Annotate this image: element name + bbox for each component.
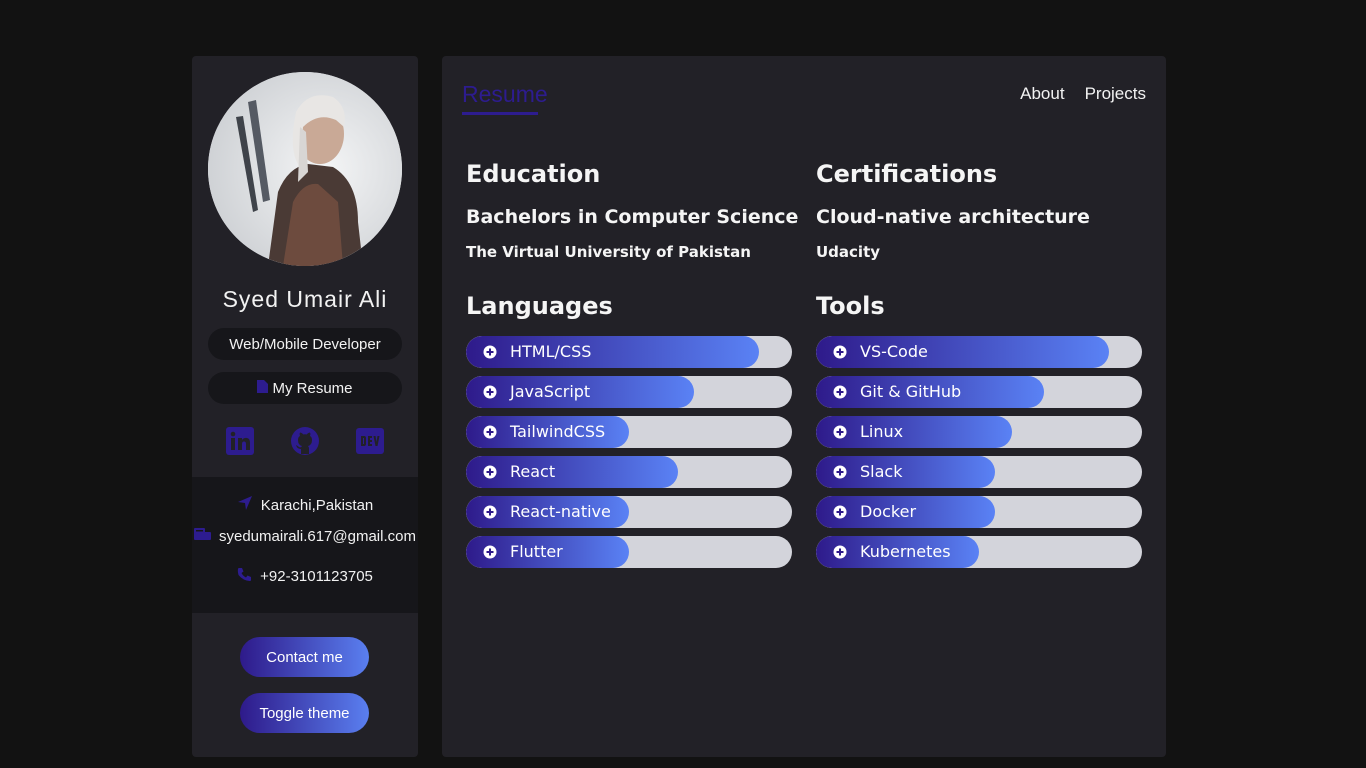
skill-label: Kubernetes bbox=[860, 542, 951, 561]
skill-bar: Linux bbox=[816, 416, 1142, 448]
profile-sidebar: Syed Umair Ali Web/Mobile Developer My R… bbox=[192, 56, 418, 757]
plus-circle-icon bbox=[483, 385, 497, 399]
skill-label: Linux bbox=[860, 422, 904, 441]
skill-fill bbox=[466, 456, 678, 488]
location-text: Karachi,Pakistan bbox=[260, 496, 374, 514]
skill-bar: Git & GitHub bbox=[816, 376, 1142, 408]
plus-circle-icon bbox=[833, 345, 847, 359]
toggle-theme-button[interactable]: Toggle theme bbox=[240, 693, 369, 733]
phone-text[interactable]: +92-3101123705 bbox=[260, 568, 373, 585]
skill-label: Flutter bbox=[510, 542, 563, 561]
skill-label: Docker bbox=[860, 502, 917, 521]
plus-circle-icon bbox=[483, 345, 497, 359]
contact-info: Karachi,Pakistan syedumairali.617@gmail.… bbox=[192, 477, 418, 613]
resume-label: My Resume bbox=[272, 379, 353, 397]
skill-label: VS-Code bbox=[860, 342, 928, 361]
phone-icon bbox=[237, 567, 252, 586]
resume-button[interactable]: My Resume bbox=[208, 372, 402, 404]
education-heading: Education bbox=[466, 160, 601, 188]
resume-panel: Resume About Projects Education Bachelor… bbox=[442, 56, 1166, 757]
github-icon[interactable] bbox=[289, 425, 321, 457]
skill-label: Slack bbox=[860, 462, 903, 481]
plus-circle-icon bbox=[483, 505, 497, 519]
languages-list: HTML/CSS JavaScript TailwindCSS React React-… bbox=[466, 336, 792, 576]
certifications-heading: Certifications bbox=[816, 160, 998, 188]
plus-circle-icon bbox=[483, 545, 497, 559]
skill-bar: React-native bbox=[466, 496, 792, 528]
plus-circle-icon bbox=[833, 545, 847, 559]
skill-label: TailwindCSS bbox=[510, 422, 606, 441]
phone-row: +92-3101123705 bbox=[192, 567, 418, 586]
role-badge: Web/Mobile Developer bbox=[208, 328, 402, 360]
linkedin-icon[interactable] bbox=[224, 425, 256, 457]
skill-bar: JavaScript bbox=[466, 376, 792, 408]
email-text[interactable]: syedumairali.617@gmail.com bbox=[219, 528, 416, 545]
plus-circle-icon bbox=[483, 425, 497, 439]
skill-label: JavaScript bbox=[510, 382, 591, 401]
profile-name: Syed Umair Ali bbox=[222, 286, 388, 312]
mail-icon bbox=[194, 527, 211, 545]
contact-me-button[interactable]: Contact me bbox=[240, 637, 369, 677]
education-degree: Bachelors in Computer Science bbox=[466, 206, 799, 228]
plus-circle-icon bbox=[833, 505, 847, 519]
skill-bar: Flutter bbox=[466, 536, 792, 568]
plus-circle-icon bbox=[833, 385, 847, 399]
tab-underline bbox=[462, 112, 538, 115]
location-row: Karachi,Pakistan bbox=[192, 495, 418, 515]
skill-bar: TailwindCSS bbox=[466, 416, 792, 448]
languages-heading: Languages bbox=[466, 292, 613, 320]
plus-circle-icon bbox=[483, 465, 497, 479]
location-arrow-icon bbox=[237, 495, 253, 515]
skill-bar: React bbox=[466, 456, 792, 488]
role-label: Web/Mobile Developer bbox=[229, 335, 381, 353]
certification-title: Cloud-native architecture bbox=[816, 206, 1090, 228]
skill-bar: Slack bbox=[816, 456, 1142, 488]
education-institution: The Virtual University of Pakistan bbox=[466, 243, 751, 261]
avatar bbox=[208, 72, 402, 266]
certification-issuer: Udacity bbox=[816, 243, 881, 261]
skill-label: HTML/CSS bbox=[510, 342, 592, 361]
plus-circle-icon bbox=[833, 425, 847, 439]
devto-icon[interactable] bbox=[354, 425, 386, 457]
skill-label: React bbox=[510, 462, 556, 481]
nav-projects[interactable]: Projects bbox=[1085, 84, 1146, 104]
skill-label: React-native bbox=[510, 502, 611, 521]
email-row: syedumairali.617@gmail.com bbox=[192, 527, 418, 545]
tools-heading: Tools bbox=[816, 292, 885, 320]
skill-bar: Kubernetes bbox=[816, 536, 1142, 568]
skill-bar: Docker bbox=[816, 496, 1142, 528]
nav-about[interactable]: About bbox=[1020, 84, 1064, 104]
document-icon bbox=[257, 379, 269, 397]
top-nav: About Projects bbox=[1020, 84, 1146, 104]
tools-list: VS-Code Git & GitHub Linux Slack Docker Kuber… bbox=[816, 336, 1142, 576]
skill-label: Git & GitHub bbox=[860, 382, 962, 401]
skill-bar: HTML/CSS bbox=[466, 336, 792, 368]
social-links bbox=[192, 425, 418, 457]
plus-circle-icon bbox=[833, 465, 847, 479]
skill-bar: VS-Code bbox=[816, 336, 1142, 368]
tab-resume[interactable]: Resume bbox=[462, 81, 548, 108]
